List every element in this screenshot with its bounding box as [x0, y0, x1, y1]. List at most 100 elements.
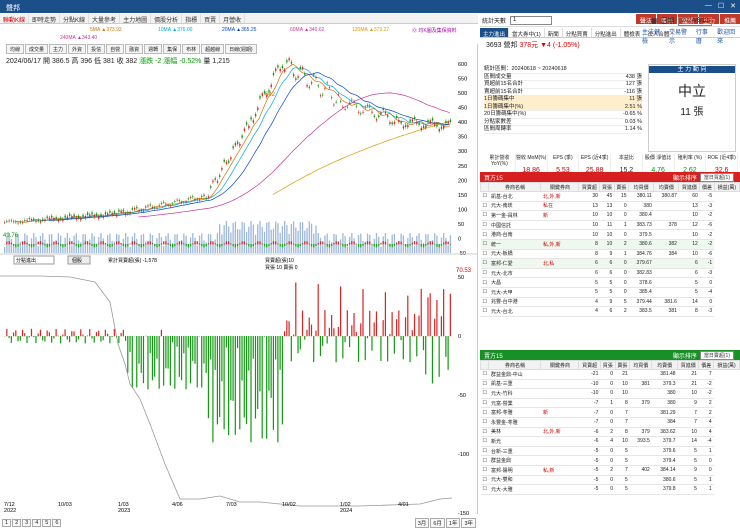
row-checkbox[interactable]: ☐ — [480, 210, 489, 221]
right-tab[interactable]: 主力進出 — [480, 28, 510, 38]
row-checkbox[interactable]: ☐ — [480, 379, 489, 390]
row-checkbox[interactable]: ☐ — [480, 484, 489, 495]
indicator-tab[interactable]: 週轉 — [144, 44, 163, 54]
broker-row[interactable]: ☐ 元富-營業 -7 1 8 379 380 9 2 — [480, 398, 740, 409]
minimize-icon[interactable]: — — [705, 2, 712, 10]
page-button[interactable]: 3 — [22, 519, 32, 527]
col-header[interactable]: 買進價 — [678, 182, 701, 192]
sell-sort-select[interactable]: 當日賣超(1) — [699, 351, 734, 360]
indicator-tab[interactable]: 日線(週期) — [225, 44, 257, 54]
col-header[interactable]: 價差 — [698, 360, 715, 370]
row-checkbox[interactable]: ☐ — [480, 229, 489, 240]
page-button[interactable]: 5 — [42, 519, 52, 527]
top-link[interactable]: 行事曆 — [696, 27, 713, 45]
row-checkbox[interactable]: ☐ — [480, 239, 489, 250]
row-checkbox[interactable]: ☐ — [480, 249, 489, 260]
indicator-tab[interactable]: 集保 — [163, 44, 182, 54]
col-header[interactable]: 買賣超 — [578, 360, 601, 370]
right-tab[interactable]: 當大券中(1) — [509, 28, 545, 38]
menu-item[interactable]: 即時走勢 — [29, 14, 61, 24]
period-3m-button[interactable]: 3月 — [414, 518, 430, 528]
broker-row[interactable]: ☐ 富邦-仁愛 北,私 6 6 0 379.67 6 -1 — [480, 258, 740, 269]
row-checkbox[interactable]: ☐ — [480, 277, 489, 288]
menu-item[interactable]: 大量參考 — [89, 14, 121, 24]
broker-row[interactable]: ☐ 元大-竹科 -10 0 10 380 10 -2 — [480, 388, 740, 399]
period-1y-button[interactable]: 1年 — [445, 518, 461, 528]
broker-row[interactable]: ☐ 凱基-台北 北,外,新 30 45 15 380.11 380.87 60 -5 — [480, 191, 740, 202]
indicator-tab[interactable]: 均線 — [6, 44, 25, 54]
row-checkbox[interactable]: ☐ — [480, 220, 489, 231]
col-header[interactable]: 買張 — [599, 360, 616, 370]
col-header[interactable]: 券商名稱 — [488, 182, 542, 192]
col-header[interactable]: 券商名稱 — [488, 360, 542, 370]
col-header[interactable]: 損益(萬) — [713, 360, 740, 370]
top-link[interactable]: 歡迎回來 — [717, 27, 740, 45]
row-checkbox[interactable]: ☐ — [480, 306, 489, 317]
close-icon[interactable]: ✕ — [730, 2, 736, 10]
row-checkbox[interactable]: ☐ — [480, 436, 489, 447]
col-header[interactable]: 關鍵券商 — [540, 182, 580, 192]
row-checkbox[interactable]: ☐ — [480, 417, 489, 428]
page-button[interactable]: 6 — [52, 519, 62, 527]
col-header[interactable]: 均賣價 — [651, 360, 679, 370]
broker-row[interactable]: ☐ 元大-南崁 私在 13 13 0 380 13 -3 — [480, 201, 740, 212]
menu-item[interactable]: 分點K線 — [60, 14, 90, 24]
broker-row[interactable]: ☐ 元大-雙和 -5 0 5 380.6 5 1 — [480, 475, 740, 486]
broker-row[interactable]: ☐ 元大-板橋 8 9 1 384.76 384 10 -6 — [480, 249, 740, 260]
menu-item[interactable]: 主力地圖 — [120, 14, 152, 24]
right-tab[interactable]: 分點買賣 — [563, 28, 592, 38]
menu-item[interactable]: 價股分析 — [151, 14, 183, 24]
broker-row[interactable]: ☐ 元大-大甲 5 5 0 385.4 5 -4 — [480, 287, 740, 298]
price-chart[interactable]: 600550500450400350300250200150100500-506… — [0, 44, 478, 517]
row-checkbox[interactable]: ☐ — [480, 268, 489, 279]
col-header[interactable]: 買進價 — [677, 360, 700, 370]
col-header[interactable]: 均買價 — [628, 182, 655, 192]
indicator-tab[interactable]: 超越線 — [201, 44, 225, 54]
broker-row[interactable]: ☐ 富邦-苓雅新 -7 0 7 381.29 7 2 — [480, 407, 740, 418]
indicator-tab[interactable]: 主力 — [49, 44, 68, 54]
row-checkbox[interactable]: ☐ — [480, 475, 489, 486]
top-link[interactable]: 交易警示 — [669, 27, 692, 45]
indicator-tab[interactable]: 投信 — [87, 44, 106, 54]
indicator-tab[interactable]: 自營 — [106, 44, 125, 54]
col-header[interactable]: 關鍵券商 — [540, 360, 580, 370]
col-header[interactable]: 均賣價 — [653, 182, 680, 192]
row-checkbox[interactable]: ☐ — [480, 287, 489, 298]
broker-row[interactable]: ☐ 台新-三重 -5 0 5 379.6 5 1 — [480, 446, 740, 457]
top-link[interactable]: 主法健檢 — [642, 27, 665, 45]
page-button[interactable]: 2 — [12, 519, 22, 527]
right-tab[interactable]: 體檢表 — [621, 28, 645, 38]
indicator-tab[interactable]: 布林 — [182, 44, 201, 54]
broker-row[interactable]: ☐ 凱基-三重 -10 0 10 381 379.3 21 -2 — [480, 379, 740, 390]
col-header[interactable]: 損益(萬) — [713, 182, 740, 192]
broker-row[interactable]: ☐ 大昌 5 5 0 378.6 5 0 — [480, 277, 740, 288]
row-checkbox[interactable]: ☐ — [480, 446, 489, 457]
page-button[interactable]: 1 — [2, 519, 12, 527]
row-checkbox[interactable]: ☐ — [480, 191, 489, 202]
row-checkbox[interactable]: ☐ — [480, 201, 489, 212]
row-checkbox[interactable]: ☐ — [480, 465, 489, 476]
broker-row[interactable]: ☐ 新光 -6 4 10 393.5 379.7 14 -4 — [480, 436, 740, 447]
broker-row[interactable]: ☐ 中國信託 10 11 1 383.73 378 12 -6 — [480, 220, 740, 231]
row-checkbox[interactable]: ☐ — [480, 369, 489, 380]
broker-row[interactable]: ☐ 群益金鼎 -5 0 5 379.4 5 0 — [480, 455, 740, 466]
right-tab[interactable]: 分點進出 — [592, 28, 621, 38]
row-checkbox[interactable]: ☐ — [480, 398, 489, 409]
row-checkbox[interactable]: ☐ — [480, 455, 489, 466]
menu-item[interactable]: 指標 — [182, 14, 202, 24]
broker-row[interactable]: ☐ 統一 私,外,新 8 10 2 380.6 382 12 -2 — [480, 239, 740, 250]
row-checkbox[interactable]: ☐ — [480, 258, 489, 269]
col-header[interactable]: 價差 — [699, 182, 715, 192]
indicator-tab[interactable]: 外資 — [68, 44, 87, 54]
indicator-tab[interactable]: 融資 — [125, 44, 144, 54]
broker-row[interactable]: ☐ 富邦-陽明 私,新 -5 2 7 402 384.14 9 0 — [480, 465, 740, 476]
broker-row[interactable]: ☐ 港商-台南 10 10 0 379.5 10 -2 — [480, 229, 740, 240]
col-header[interactable]: 賣張 — [614, 360, 631, 370]
calendar-icon[interactable]: ▦ — [651, 17, 658, 25]
page-button[interactable]: 4 — [32, 519, 42, 527]
row-checkbox[interactable]: ☐ — [480, 427, 489, 438]
menu-item[interactable]: 月營收 — [220, 14, 246, 24]
col-header[interactable]: 賣張 — [613, 182, 630, 192]
broker-row[interactable]: ☐ 第一金-員林新 10 10 0 380.4 10 -2 — [480, 210, 740, 221]
period-3y-button[interactable]: 3年 — [461, 518, 476, 528]
